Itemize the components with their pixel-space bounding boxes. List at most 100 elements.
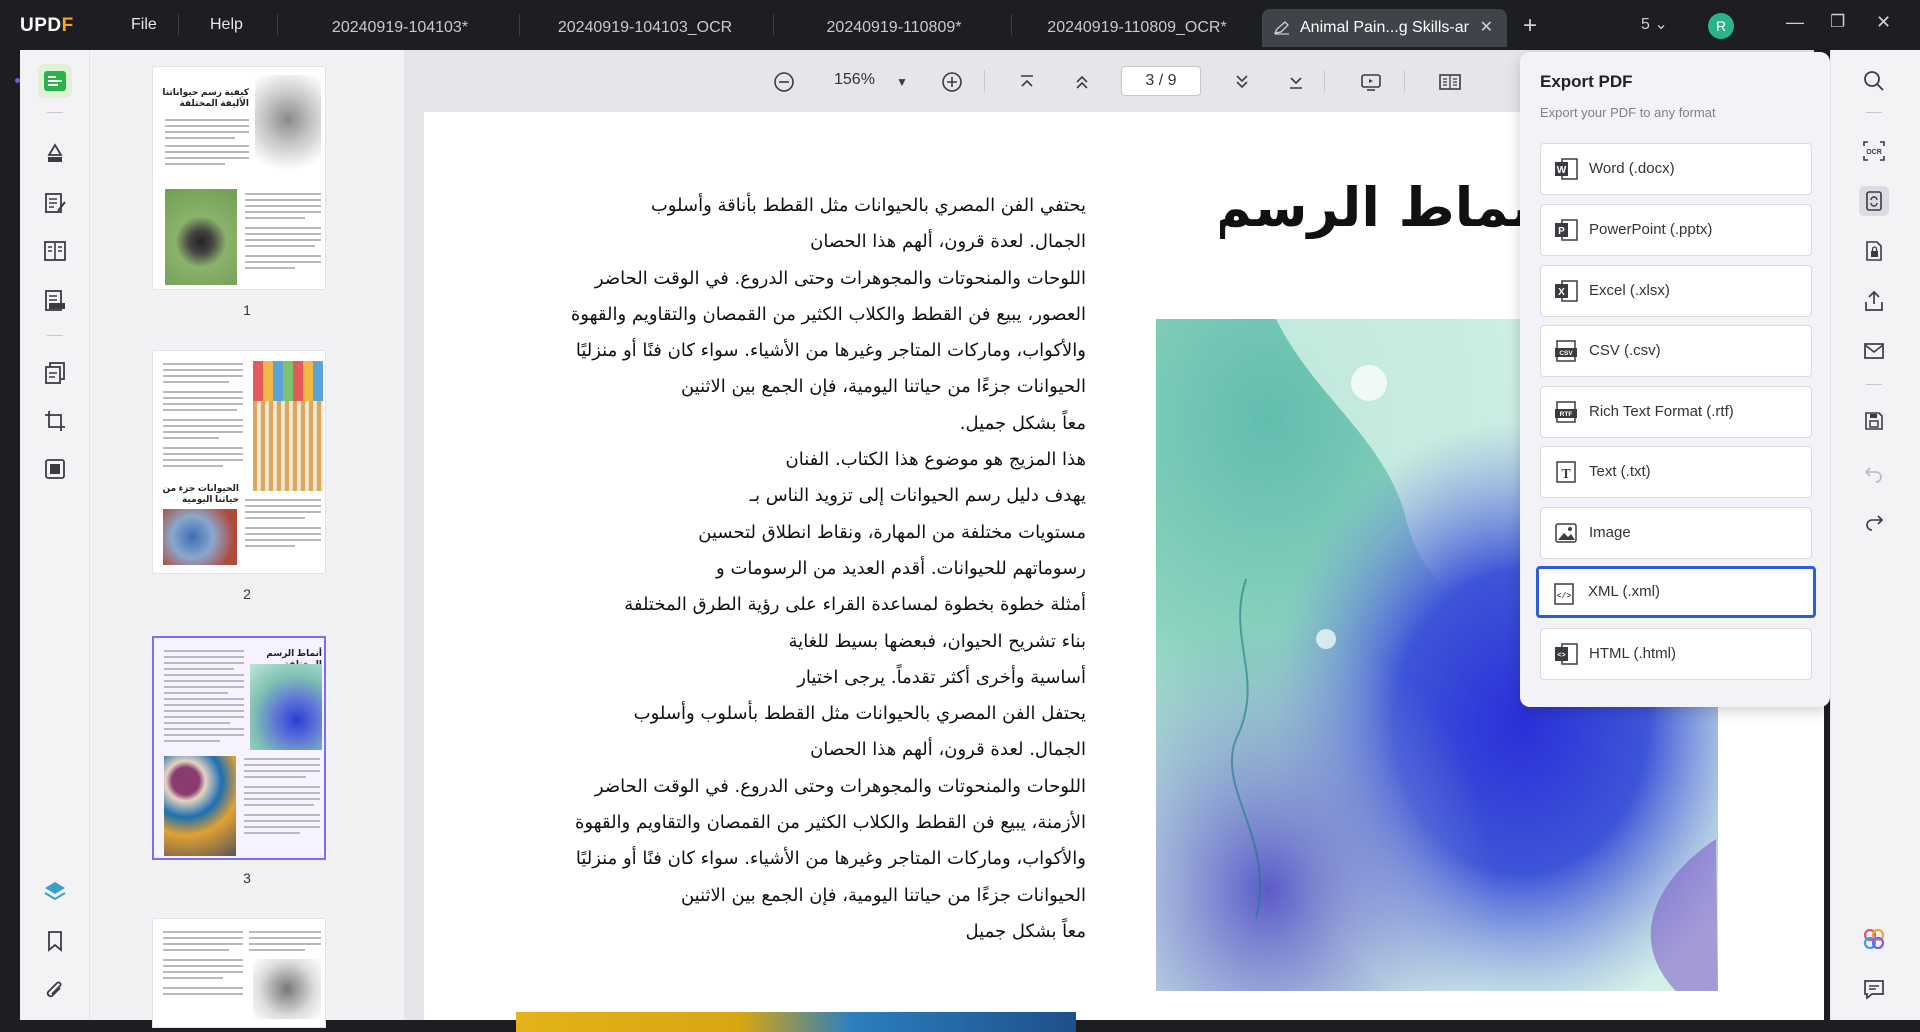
presentation-icon: [1361, 74, 1381, 91]
ocr-button[interactable]: OCR: [1859, 136, 1889, 166]
crop-pages-button[interactable]: [38, 404, 72, 438]
tab-document-4[interactable]: 20240919-110809_OCR*: [1012, 9, 1262, 47]
thumbnail-text-line: [164, 686, 244, 688]
presentation-button[interactable]: [1359, 70, 1383, 94]
restore-icon[interactable]: ❐: [1830, 12, 1845, 32]
menu-help[interactable]: Help: [210, 16, 243, 34]
thumbnail-text-line: [165, 145, 249, 147]
tools-button[interactable]: [38, 452, 72, 486]
thumbnail-text-line: [244, 786, 320, 788]
search-button[interactable]: [1859, 66, 1889, 96]
text-line: مستويات مختلفة من المهارة، ونقاط انطلاق …: [698, 521, 1086, 543]
page-thumbnail-2[interactable]: الحيوانات جزء من حياتنا اليومية: [152, 350, 326, 574]
thumbnail-text-line: [163, 409, 237, 411]
undo-button[interactable]: [1859, 458, 1889, 488]
comment-tool-button[interactable]: [38, 136, 72, 170]
page-thumbnail-1[interactable]: كيفية رسم حيواناتنا الأليفة المختلفة: [152, 66, 326, 290]
zoom-level[interactable]: 156%: [834, 71, 875, 89]
share-button[interactable]: [1859, 286, 1889, 316]
page-number-input[interactable]: 3 / 9: [1121, 66, 1201, 96]
export-image-option[interactable]: Image: [1540, 507, 1812, 559]
edit-pdf-button[interactable]: [38, 186, 72, 220]
thumbnail-text-line: [163, 425, 243, 427]
zoom-dropdown-icon[interactable]: ▼: [890, 70, 914, 94]
form-tool-button[interactable]: [38, 234, 72, 268]
thumbnail-text-line: [163, 993, 243, 995]
thumbnail-text-line: [165, 137, 235, 139]
tab-document-active[interactable]: Animal Pain...g Skills-ar ✕: [1262, 9, 1507, 47]
export-csv-option[interactable]: CSV CSV (.csv): [1540, 325, 1812, 377]
minimize-icon[interactable]: —: [1786, 12, 1804, 33]
export-xml-option[interactable]: </> XML (.xml): [1536, 566, 1816, 618]
window-close-icon[interactable]: ✕: [1876, 12, 1891, 33]
redo-button[interactable]: [1859, 506, 1889, 536]
mail-icon: [1864, 343, 1884, 359]
html-icon: <>: [1555, 643, 1578, 665]
add-tab-icon[interactable]: +: [1523, 12, 1537, 40]
export-text-option[interactable]: T Text (.txt): [1540, 446, 1812, 498]
layers-button[interactable]: [38, 874, 72, 908]
avatar[interactable]: R: [1708, 13, 1734, 39]
thumbnail-text-line: [164, 692, 228, 694]
search-icon: [1864, 71, 1884, 91]
zoom-out-button[interactable]: [772, 70, 796, 94]
export-word-option[interactable]: W Word (.docx): [1540, 143, 1812, 195]
thumbnail-text-line: [164, 656, 244, 658]
ai-assistant-icon: [1863, 928, 1885, 950]
export-rtf-option[interactable]: RTF Rich Text Format (.rtf): [1540, 386, 1812, 438]
next-page-button[interactable]: [1230, 70, 1254, 94]
thumbnail-text-line: [163, 931, 243, 933]
thumbnail-text-line: [245, 505, 321, 507]
export-pdf-panel: Export PDF Export your PDF to any format…: [1520, 52, 1830, 707]
thumbnail-text-line: [244, 826, 320, 828]
first-page-button[interactable]: [1015, 70, 1039, 94]
first-page-icon: [1021, 75, 1033, 87]
page-thumbnail-4[interactable]: [152, 918, 326, 1028]
close-tab-icon[interactable]: ✕: [1480, 9, 1493, 47]
last-page-button[interactable]: [1284, 70, 1308, 94]
bookmark-button[interactable]: [38, 924, 72, 958]
thumbnail-text-line: [244, 770, 320, 772]
text-line: الأزمنة، يبيع فن القطط والكلاب الكثير من…: [574, 812, 1086, 834]
ocr-icon: OCR: [1863, 141, 1885, 161]
menu-file[interactable]: File: [131, 16, 157, 34]
open-documents-dropdown[interactable]: 5 ⌄: [1641, 14, 1668, 34]
tab-document-1[interactable]: 20240919-104103*: [282, 9, 518, 47]
convert-button[interactable]: [1859, 186, 1889, 216]
organize-pages-button[interactable]: [38, 356, 72, 390]
export-excel-option[interactable]: X Excel (.xlsx): [1540, 265, 1812, 317]
text-line: اللوحات والمنحوتات والمجوهرات وحتى الدرو…: [594, 775, 1086, 797]
page-thumbnail-3[interactable]: أنماط الرسم المختلفة: [152, 636, 326, 860]
divider: [47, 335, 63, 336]
tab-document-2[interactable]: 20240919-104103_OCR: [520, 9, 770, 47]
thumbnail-text-line: [164, 734, 244, 736]
export-html-option[interactable]: <> HTML (.html): [1540, 628, 1812, 680]
ai-assistant-button[interactable]: [1859, 924, 1889, 954]
zoom-out-icon: [774, 72, 794, 92]
thumbnail-title: كيفية رسم حيواناتنا الأليفة المختلفة: [162, 87, 249, 108]
page-layout-button[interactable]: [1438, 70, 1462, 94]
thumbnail-text-line: [244, 764, 320, 766]
svg-text:OCR: OCR: [1866, 149, 1882, 156]
thumbnail-text-line: [245, 517, 305, 519]
thumbnail-text-line: [164, 710, 244, 712]
save-button[interactable]: [1859, 406, 1889, 436]
thumbnail-text-line: [163, 369, 243, 371]
email-button[interactable]: [1859, 336, 1889, 366]
comments-button[interactable]: [1859, 974, 1889, 1004]
thumbnail-text-line: [163, 391, 243, 393]
fill-sign-button[interactable]: [38, 284, 72, 318]
zoom-in-button[interactable]: [940, 70, 964, 94]
save-icon: [1865, 412, 1883, 430]
page-number-label: 2: [243, 586, 251, 602]
svg-text:P: P: [1558, 226, 1565, 237]
thumbnail-text-line: [163, 447, 243, 449]
protect-button[interactable]: [1859, 236, 1889, 266]
chevron-down-icon: ⌄: [1654, 16, 1668, 33]
attachment-button[interactable]: [38, 974, 72, 1008]
thumbnail-palette-image: [253, 361, 323, 401]
export-powerpoint-option[interactable]: P PowerPoint (.pptx): [1540, 204, 1812, 256]
reader-mode-button[interactable]: [38, 64, 72, 98]
tab-document-3[interactable]: 20240919-110809*: [774, 9, 1014, 47]
previous-page-button[interactable]: [1070, 70, 1094, 94]
